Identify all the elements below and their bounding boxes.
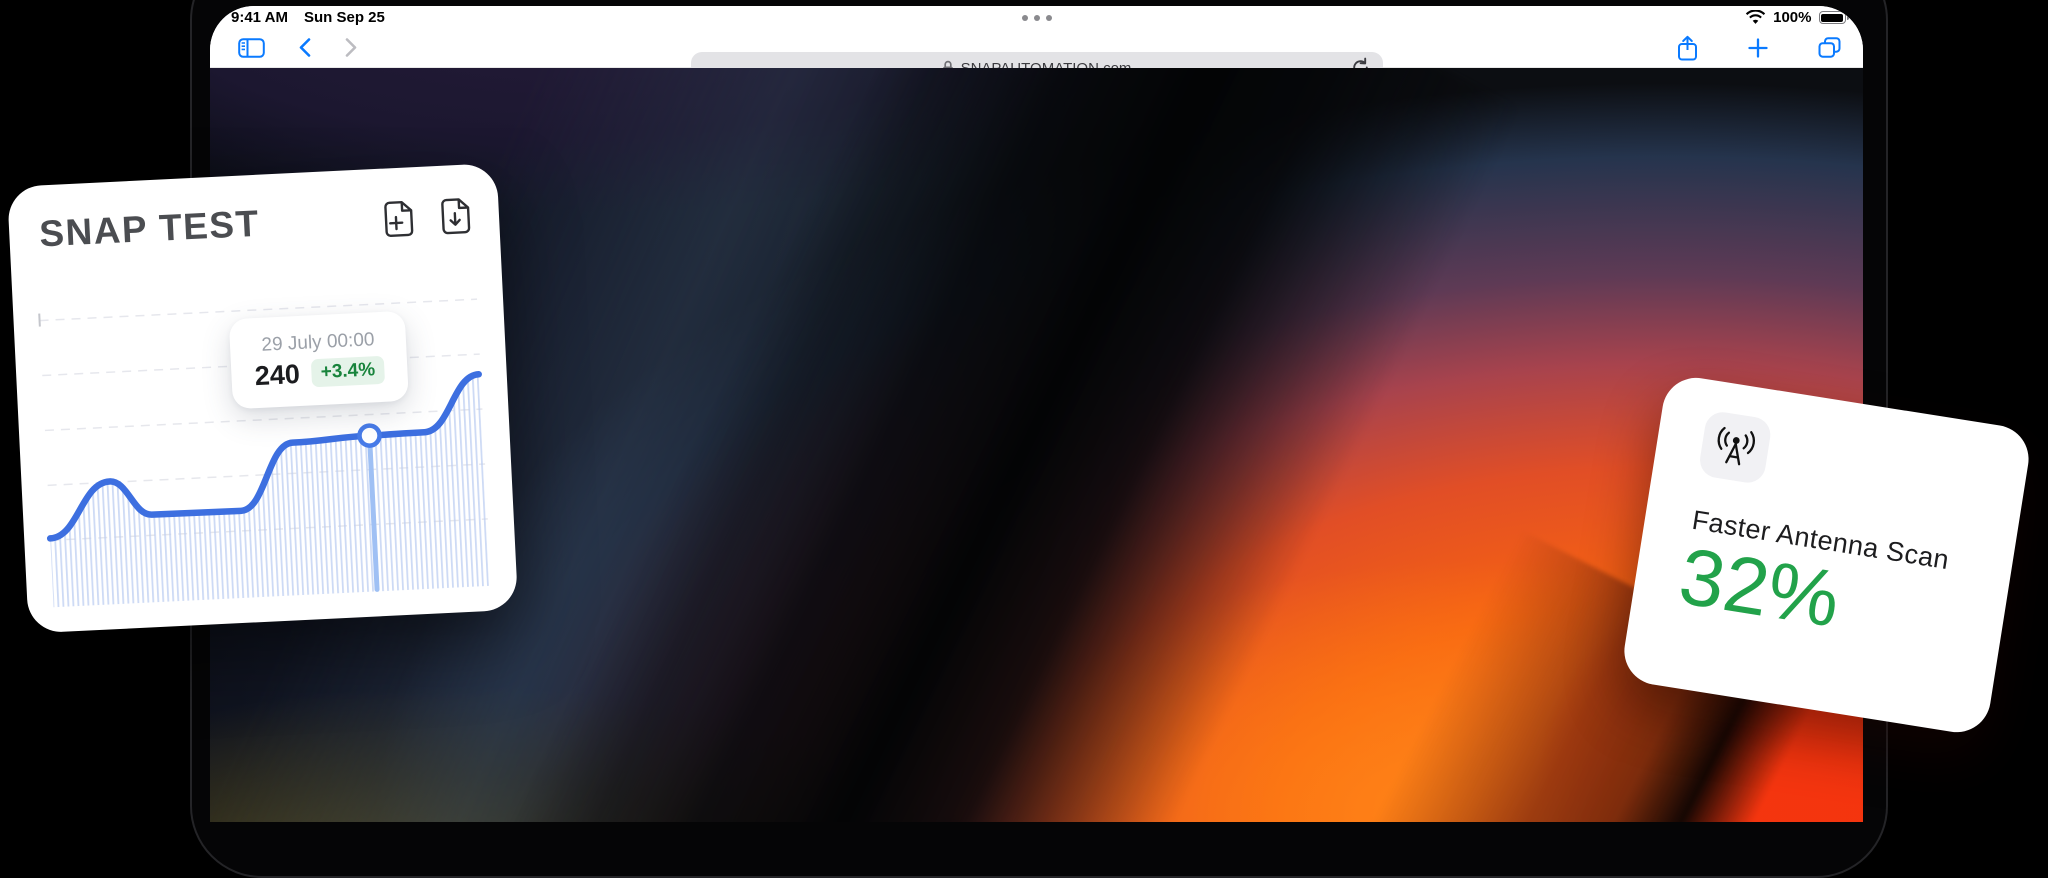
snap-test-card: SNAP TEST 29 July 00:00 240 +3.4% — [7, 163, 519, 634]
document-add-icon[interactable] — [382, 199, 415, 238]
y-axis-tick — [38, 313, 41, 327]
share-button[interactable] — [1677, 35, 1698, 61]
status-time: 9:41 AM — [231, 9, 288, 26]
chart-marker-point[interactable] — [357, 423, 382, 448]
multitasking-dots-icon[interactable] — [1021, 15, 1052, 21]
forward-button[interactable] — [345, 38, 357, 57]
safari-toolbar: SNAPAUTOMATION.com — [210, 28, 1863, 84]
battery-icon — [1818, 11, 1849, 24]
back-button[interactable] — [299, 38, 311, 57]
tooltip-value: 240 — [254, 358, 301, 391]
snap-card-title: SNAP TEST — [38, 202, 261, 255]
new-tab-button[interactable] — [1748, 37, 1768, 58]
battery-percent: 100% — [1773, 9, 1812, 26]
snap-line-chart[interactable] — [12, 258, 519, 634]
tabs-button[interactable] — [1818, 37, 1841, 58]
sidebar-toggle-button[interactable] — [238, 37, 265, 58]
status-bar: 9:41 AM Sun Sep 25 100% — [210, 6, 1863, 28]
antenna-scan-card: Faster Antenna Scan 32% — [1619, 373, 2034, 738]
antenna-broadcast-icon — [1709, 424, 1761, 471]
document-download-icon[interactable] — [439, 196, 472, 235]
tooltip-change-badge: +3.4% — [311, 355, 385, 388]
status-date: Sun Sep 25 — [303, 9, 385, 26]
chart-area-fill — [50, 374, 490, 608]
antenna-icon-container — [1697, 409, 1773, 486]
wifi-icon — [1745, 10, 1766, 25]
tooltip-timestamp: 29 July 00:00 — [260, 328, 375, 356]
chart-tooltip: 29 July 00:00 240 +3.4% — [228, 310, 409, 410]
